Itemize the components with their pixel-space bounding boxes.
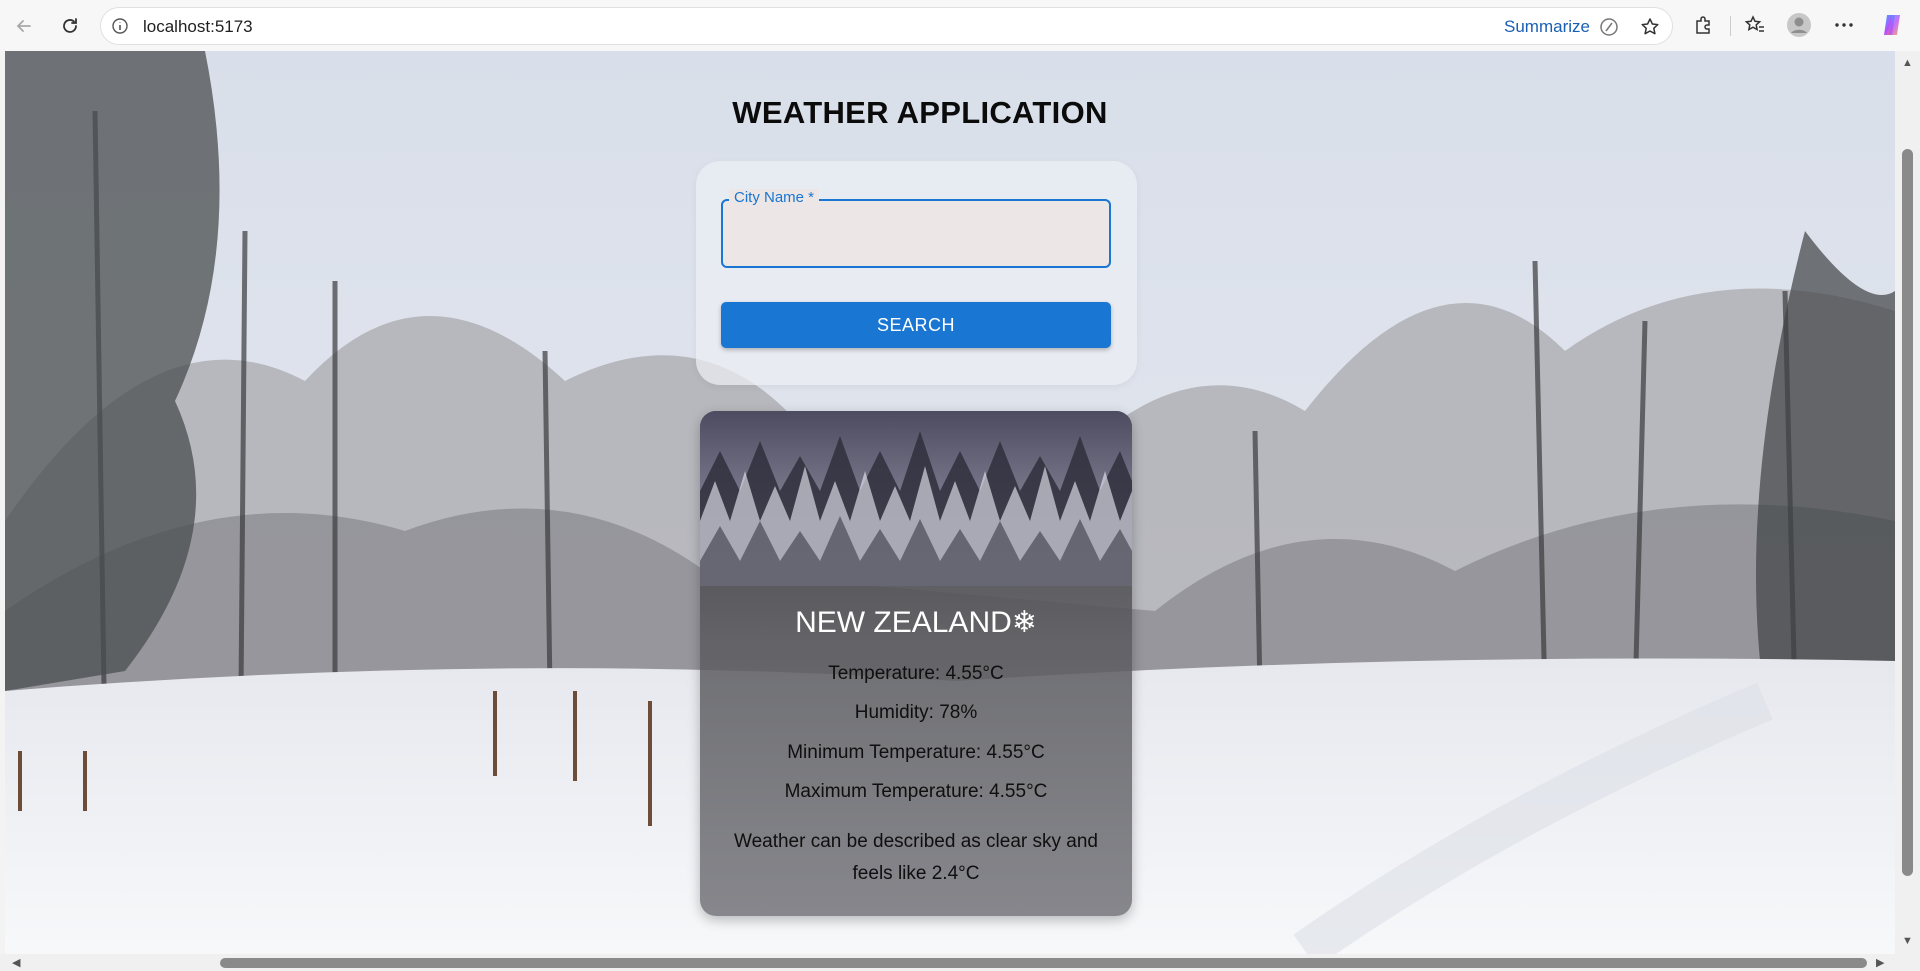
search-form-card: City Name * SEARCH <box>696 161 1137 385</box>
city-name-label: City Name * <box>729 189 820 207</box>
favorites-button[interactable] <box>1742 12 1768 38</box>
city-name-heading: NEW ZEALAND❄ <box>795 606 1037 639</box>
vertical-scrollbar[interactable]: ▲ ▼ <box>1895 51 1920 954</box>
max-temperature-text: Maximum Temperature: 4.55°C <box>784 781 1048 802</box>
profile-button[interactable] <box>1786 12 1812 38</box>
scroll-down-arrow-icon[interactable]: ▼ <box>1902 935 1913 947</box>
back-button[interactable] <box>8 10 40 42</box>
humidity-text: Humidity: 78% <box>854 702 978 723</box>
settings-menu-button[interactable] <box>1831 12 1857 38</box>
scroll-left-arrow-icon[interactable]: ◀ <box>12 956 20 969</box>
url-text[interactable]: localhost:5173 <box>143 17 253 37</box>
weather-description-text: Weather can be described as clear sky an… <box>733 831 1098 884</box>
weather-result-card: NEW ZEALAND❄ Temperature: 4.55°C Humidit… <box>700 411 1132 916</box>
back-arrow-icon <box>16 20 31 32</box>
page-viewport: WEATHER APPLICATION City Name * SEARCH N… <box>5 51 1895 954</box>
avatar-icon <box>1787 13 1811 37</box>
search-button[interactable]: SEARCH <box>721 302 1111 348</box>
min-temperature-text: Minimum Temperature: 4.55°C <box>787 742 1045 763</box>
toolbar-divider <box>1730 16 1731 36</box>
horizontal-scroll-thumb[interactable] <box>220 958 1867 968</box>
copilot-read-icon[interactable] <box>1598 16 1620 38</box>
weather-condition-image <box>700 411 1132 586</box>
copilot-button[interactable] <box>1879 12 1905 38</box>
summarize-button[interactable]: Summarize <box>1504 17 1590 37</box>
scroll-up-arrow-icon[interactable]: ▲ <box>1902 57 1913 69</box>
favorite-star-icon[interactable] <box>1639 16 1661 38</box>
horizontal-scrollbar[interactable]: ◀ ▶ <box>0 954 1920 971</box>
scroll-right-arrow-icon[interactable]: ▶ <box>1876 956 1884 969</box>
more-dots-icon <box>1835 23 1853 27</box>
reload-icon <box>63 18 77 33</box>
city-name-field[interactable] <box>721 199 1111 268</box>
city-name-input[interactable] <box>733 217 1099 251</box>
app-title: WEATHER APPLICATION <box>732 95 1108 130</box>
puzzle-icon <box>1696 16 1710 34</box>
extensions-button[interactable] <box>1690 12 1716 38</box>
vertical-scroll-thumb[interactable] <box>1902 149 1913 876</box>
browser-toolbar: localhost:5173 Summarize <box>0 0 1920 51</box>
address-bar[interactable]: localhost:5173 Summarize <box>100 7 1673 45</box>
reload-button[interactable] <box>54 10 86 42</box>
site-info-icon[interactable] <box>111 17 129 35</box>
favorites-list-icon <box>1744 15 1764 32</box>
copilot-icon <box>1884 15 1900 35</box>
temperature-text: Temperature: 4.55°C <box>828 663 1004 684</box>
